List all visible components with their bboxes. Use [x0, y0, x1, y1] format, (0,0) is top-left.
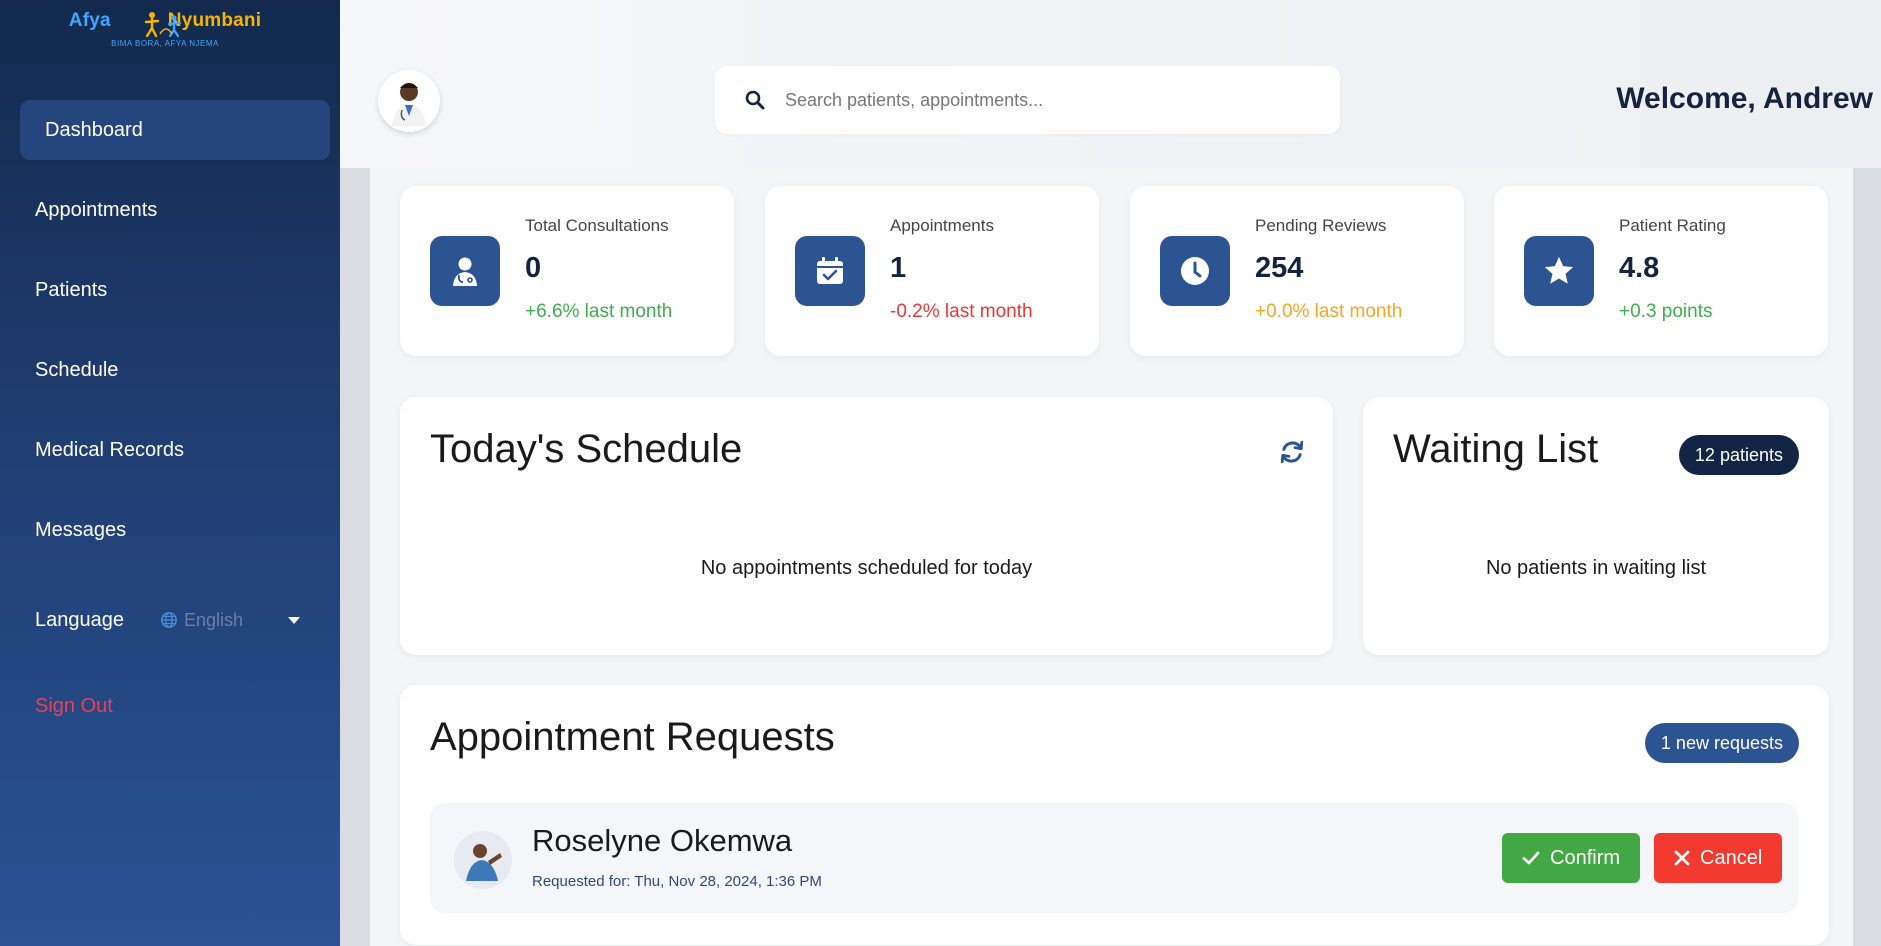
language-row: Language English: [35, 600, 305, 640]
language-label: Language: [35, 608, 124, 631]
content-gutter-left: [340, 168, 370, 946]
sidebar-item-dashboard[interactable]: Dashboard: [20, 100, 330, 160]
close-icon: [1674, 850, 1690, 866]
language-select[interactable]: English: [160, 610, 300, 631]
confirm-button[interactable]: Confirm: [1502, 833, 1641, 883]
panel-title: Waiting List: [1393, 427, 1599, 471]
top-header: Welcome, Andrew: [340, 0, 1881, 168]
sidebar-item-label: Appointments: [35, 198, 158, 221]
list-item: Roselyne Okemwa Requested for: Thu, Nov …: [430, 803, 1798, 913]
stat-card-appointments: Appointments 1 -0.2% last month: [765, 186, 1099, 356]
stat-value: 0: [525, 252, 542, 284]
sidebar-item-label: Schedule: [35, 358, 119, 381]
sidebar-item-patients[interactable]: Patients: [20, 260, 330, 320]
stat-change: +6.6% last month: [525, 301, 673, 322]
globe-icon: [161, 612, 177, 628]
avatar[interactable]: [378, 70, 440, 132]
stat-value: 254: [1255, 252, 1304, 284]
stat-value: 1: [890, 252, 907, 284]
empty-schedule-message: No appointments scheduled for today: [700, 557, 1033, 579]
stat-label: Total Consultations: [525, 216, 669, 235]
sign-out-link[interactable]: Sign Out: [35, 695, 113, 718]
todays-schedule-panel: Today's Schedule No appointments schedul…: [400, 397, 1333, 655]
logo-text-afya: Afya: [68, 10, 111, 31]
search-input[interactable]: [785, 89, 1305, 111]
waiting-list-panel: Waiting List 12 patients No patients in …: [1363, 397, 1829, 655]
clock-icon: [1160, 236, 1230, 306]
family-figures-icon: [144, 12, 182, 38]
stat-value: 4.8: [1619, 252, 1660, 284]
cancel-button[interactable]: Cancel: [1654, 833, 1783, 883]
empty-waiting-message: No patients in waiting list: [1485, 557, 1707, 579]
refresh-icon[interactable]: [1279, 439, 1305, 465]
check-icon: [1522, 851, 1540, 865]
search-icon: [745, 90, 765, 110]
sidebar-item-label: Dashboard: [45, 118, 143, 141]
search-bar[interactable]: [715, 66, 1340, 134]
app-logo[interactable]: Afya Nyumbani BIMA BORA, AFYA NJEMA: [60, 6, 270, 52]
star-icon: [1524, 236, 1594, 306]
appointment-requests-panel: Appointment Requests 1 new requests Rose…: [400, 685, 1829, 945]
new-requests-badge: 1 new requests: [1644, 723, 1799, 763]
language-value: English: [184, 609, 244, 630]
panel-title: Appointment Requests: [430, 715, 835, 759]
content-gutter-right: [1853, 168, 1881, 946]
welcome-message: Welcome, Andrew: [1616, 82, 1873, 115]
avatar: [454, 831, 512, 889]
stat-label: Pending Reviews: [1255, 216, 1387, 235]
stat-card-patient-rating: Patient Rating 4.8 +0.3 points: [1494, 186, 1828, 356]
sidebar-item-label: Patients: [35, 278, 108, 301]
sidebar-item-label: Messages: [35, 518, 127, 541]
panel-title: Today's Schedule: [430, 427, 743, 471]
confirm-label: Confirm: [1550, 846, 1621, 869]
stat-change: -0.2% last month: [890, 301, 1033, 322]
patient-name: Roselyne Okemwa: [532, 823, 793, 858]
stat-change: +0.0% last month: [1255, 301, 1403, 322]
sidebar-item-label: Medical Records: [35, 438, 184, 461]
chevron-down-icon: [288, 616, 300, 624]
stat-card-total-consultations: Total Consultations 0 +6.6% last month: [400, 186, 734, 356]
stat-label: Patient Rating: [1619, 216, 1726, 235]
sidebar-item-schedule[interactable]: Schedule: [20, 340, 330, 400]
stat-change: +0.3 points: [1619, 301, 1713, 322]
calendar-check-icon: [795, 236, 865, 306]
patient-avatar-icon: [454, 831, 512, 889]
sidebar: Afya Nyumbani BIMA BORA, AFYA NJEMA Dash…: [0, 0, 340, 946]
waiting-count-badge: 12 patients: [1678, 435, 1799, 475]
stat-label: Appointments: [890, 216, 994, 235]
doctor-icon: [430, 236, 500, 306]
cancel-label: Cancel: [1700, 846, 1763, 869]
sidebar-item-appointments[interactable]: Appointments: [20, 180, 330, 240]
sidebar-item-medical-records[interactable]: Medical Records: [20, 420, 330, 480]
requested-time: Requested for: Thu, Nov 28, 2024, 1:36 P…: [532, 873, 822, 890]
sidebar-item-messages[interactable]: Messages: [20, 500, 330, 560]
logo-tagline: BIMA BORA, AFYA NJEMA: [111, 39, 219, 48]
stat-card-pending-reviews: Pending Reviews 254 +0.0% last month: [1130, 186, 1464, 356]
doctor-avatar-icon: [378, 70, 440, 132]
